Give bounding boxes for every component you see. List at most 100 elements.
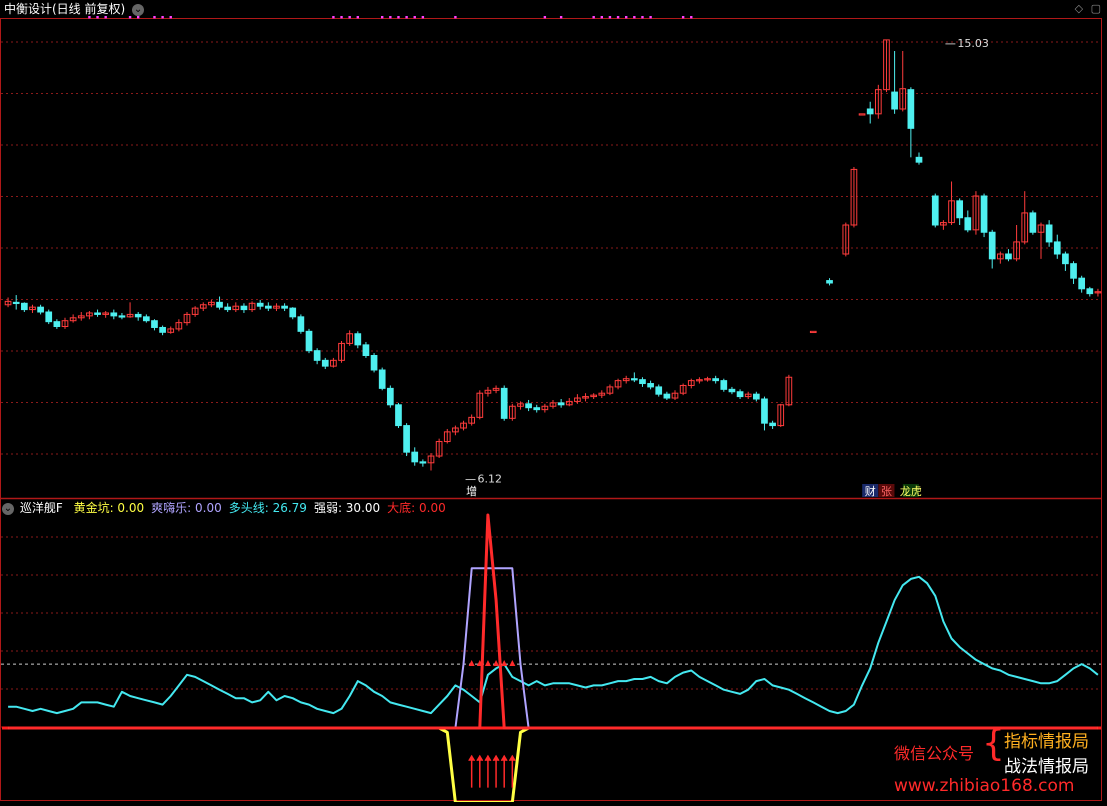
wechat-label: 微信公众号 bbox=[894, 744, 975, 763]
candle-down bbox=[915, 156, 923, 163]
event-dot bbox=[543, 16, 547, 19]
event-dot bbox=[356, 16, 359, 19]
signal-arrow-head bbox=[468, 754, 476, 761]
candle-down bbox=[525, 403, 532, 409]
series-line-爽嗨乐 bbox=[8, 567, 1098, 729]
event-dot bbox=[88, 16, 91, 19]
candle-down bbox=[53, 321, 61, 327]
candle-down bbox=[956, 200, 964, 219]
event-dot bbox=[616, 16, 620, 19]
event-dot bbox=[137, 16, 140, 19]
chart-canvas[interactable]: 15.03 6.12增 财张龙虎 bbox=[0, 0, 1107, 804]
indicator-legend: 黄金坑: 0.00 爽嗨乐: 0.00 多头线: 26.79 强弱: 30.00 大底:… bbox=[67, 501, 446, 515]
event-dot bbox=[690, 16, 693, 19]
candle-down bbox=[240, 305, 248, 311]
candle-down bbox=[761, 398, 768, 424]
candle-down bbox=[321, 359, 329, 367]
event-dot bbox=[681, 16, 685, 19]
diamond-icon[interactable]: ◇ bbox=[1075, 2, 1083, 15]
brand-line-1: 指标情报局 bbox=[1004, 732, 1089, 752]
candle-down bbox=[354, 333, 362, 346]
candle-down bbox=[866, 108, 874, 115]
candle-down bbox=[94, 312, 101, 315]
candle-down bbox=[980, 195, 988, 233]
brand-line-2: 战法情报局 bbox=[1004, 757, 1089, 777]
candle-down bbox=[500, 387, 508, 419]
candle-down bbox=[297, 316, 305, 332]
series-line-多头线 bbox=[8, 575, 1099, 715]
event-dot bbox=[633, 16, 636, 19]
candle-down bbox=[663, 393, 671, 399]
event-dot bbox=[592, 16, 595, 19]
event-dot bbox=[559, 16, 563, 19]
candle-up bbox=[858, 113, 866, 116]
stock-title: 中衡设计(日线 前复权) bbox=[4, 2, 126, 16]
candle-down bbox=[411, 451, 419, 463]
legend-item: 黄金坑: 0.00 bbox=[73, 501, 145, 515]
signal-top-arrow bbox=[493, 659, 500, 666]
signal-top-arrow bbox=[484, 659, 491, 666]
event-dot bbox=[454, 16, 457, 19]
event-dot bbox=[332, 16, 335, 19]
chevron-down-icon[interactable]: ⌄ bbox=[2, 502, 14, 515]
candle-down bbox=[533, 407, 541, 411]
event-dot bbox=[625, 16, 628, 19]
candle-down bbox=[891, 91, 898, 110]
chart-stage: 15.03 6.12 增 财张龙虎 中衡设计(日线 前复权) ⌄ ◇ ▢ ⌄ 巡洋舰F… bbox=[0, 0, 1107, 804]
tag-cai-text: 财 bbox=[865, 484, 876, 498]
candle-down bbox=[728, 388, 736, 393]
candle-down bbox=[281, 305, 288, 309]
candle-down bbox=[395, 404, 402, 427]
signal-arrow-head bbox=[500, 754, 508, 761]
tag-longhu-text: 龙虎 bbox=[900, 485, 922, 498]
candle-down bbox=[630, 378, 638, 381]
candle-down bbox=[639, 379, 646, 385]
candle-down bbox=[769, 422, 776, 427]
indicator-name: 巡洋舰F bbox=[19, 501, 63, 515]
candle-down bbox=[370, 355, 378, 371]
tag-longhu: 龙虎 bbox=[900, 484, 922, 498]
event-dot bbox=[405, 16, 408, 19]
tag-cai: 财 bbox=[862, 484, 879, 498]
event-dot bbox=[421, 16, 425, 19]
event-dot bbox=[153, 16, 156, 19]
candle-down bbox=[305, 330, 313, 352]
candle-down bbox=[964, 217, 972, 231]
candle-down bbox=[362, 344, 370, 357]
legend-item: 强弱: 30.00 bbox=[313, 501, 381, 515]
event-dot bbox=[381, 16, 384, 19]
candle-down bbox=[736, 391, 744, 398]
candle-down bbox=[118, 315, 126, 318]
event-dot bbox=[389, 16, 392, 19]
candle-down bbox=[647, 383, 654, 388]
candle-down bbox=[1005, 253, 1012, 260]
candle-up bbox=[809, 330, 817, 334]
event-dot bbox=[104, 16, 107, 19]
expand-icon[interactable]: ▢ bbox=[1091, 2, 1101, 15]
candle-down bbox=[907, 89, 915, 129]
event-dot bbox=[600, 16, 603, 19]
signal-top-arrow bbox=[509, 659, 516, 666]
candle-down bbox=[12, 301, 20, 305]
event-dot bbox=[649, 16, 652, 19]
candle-down bbox=[826, 280, 833, 284]
signal-arrow-head bbox=[508, 754, 516, 761]
candle-down bbox=[110, 312, 118, 317]
indicator-header: ⌄ 巡洋舰F 黄金坑: 0.00 爽嗨乐: 0.00 多头线: 26.79 强弱: 3… bbox=[2, 501, 446, 515]
candle-down bbox=[1029, 212, 1037, 233]
candle-down bbox=[403, 425, 410, 453]
tag-zeng-text: 增 bbox=[466, 484, 477, 498]
candle-down bbox=[224, 306, 232, 311]
event-dot bbox=[413, 16, 416, 19]
event-dot bbox=[608, 16, 612, 19]
brand-url[interactable]: www.zhibiao168.com bbox=[894, 776, 1074, 796]
event-dot bbox=[128, 16, 132, 19]
candle-down bbox=[557, 402, 565, 406]
event-dot bbox=[96, 16, 99, 19]
event-dot bbox=[641, 16, 644, 19]
candle-down bbox=[720, 380, 728, 390]
price-annotation: 15.03 bbox=[957, 37, 989, 50]
chevron-down-icon[interactable]: ⌄ bbox=[132, 3, 145, 16]
candle-down bbox=[1078, 277, 1086, 290]
signal-arrow-head bbox=[492, 754, 500, 761]
